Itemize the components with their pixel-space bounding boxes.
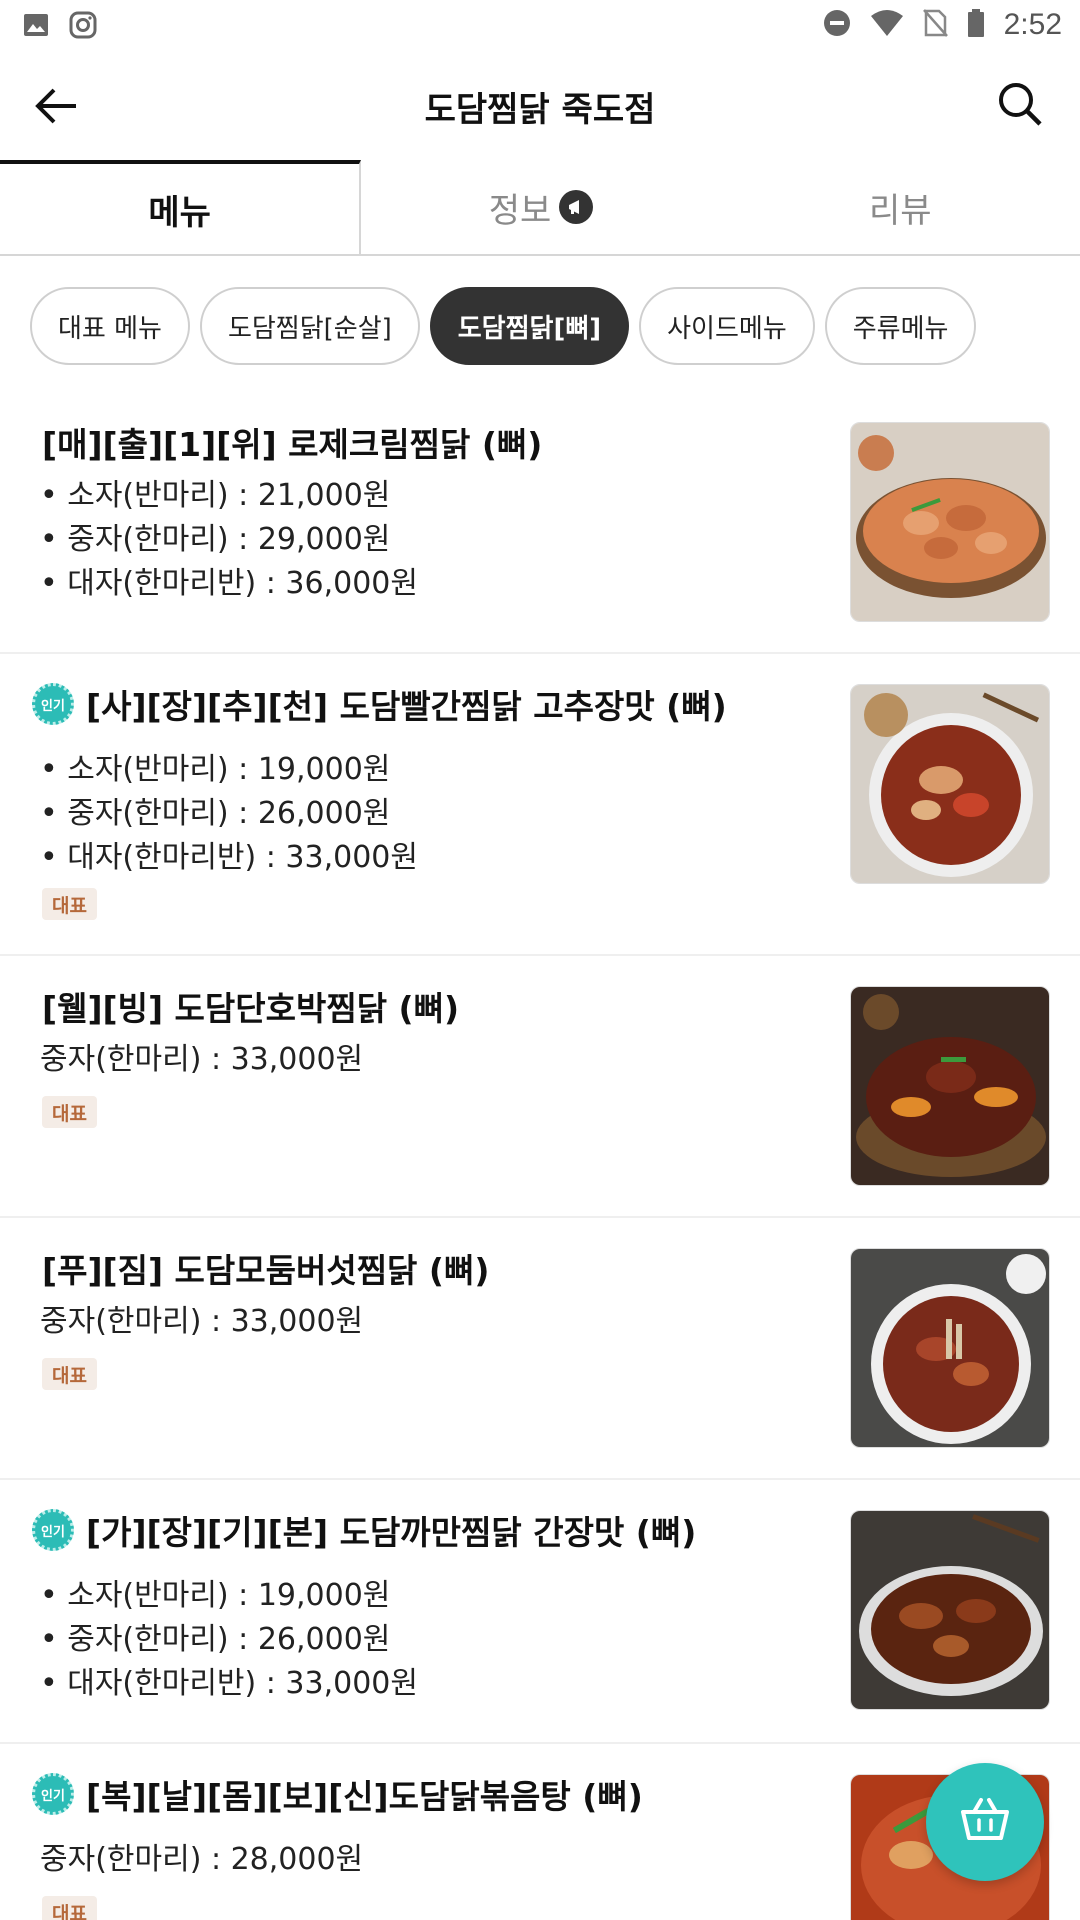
menu-item-title: 인기 [복][날][몸][보][신]도담닭볶음탕 (뼈) [32, 1770, 643, 1818]
price-line: • 중자(한마리) : 29,000원 [40, 522, 391, 557]
wifi-icon [870, 8, 904, 42]
menu-item-title: 인기 [가][장][기][본] 도담까만찜닭 간장맛 (뼈) [32, 1506, 697, 1554]
app-bar: 도담찜닭 죽도점 [0, 50, 1080, 160]
price-line: 중자(한마리) : 28,000원 [40, 1842, 364, 1877]
menu-item-title-text: [푸][짐] 도담모둠버섯찜닭 (뼈) [42, 1251, 490, 1290]
menu-item[interactable]: 인기 [복][날][몸][보][신]도담닭볶음탕 (뼈) 중자(한마리) : 2… [0, 1744, 1080, 1920]
battery-icon [966, 8, 986, 42]
tab-info-label: 정보 [488, 190, 552, 231]
menu-item-title-text: [가][장][기][본] 도담까만찜닭 간장맛 (뼈) [86, 1513, 697, 1552]
price-list: • 소자(반마리) : 19,000원 • 중자(한마리) : 26,000원 … [40, 748, 418, 880]
price-list: 중자(한마리) : 33,000원 [40, 1300, 363, 1344]
representative-tag: 대표 [42, 1096, 97, 1128]
chip-side[interactable]: 사이드메뉴 [639, 287, 815, 365]
price-line: • 중자(한마리) : 26,000원 [40, 1622, 391, 1657]
menu-item-image [850, 986, 1050, 1186]
menu-item-title: [웰][빙] 도담단호박찜닭 (뼈) [42, 982, 459, 1030]
store-title: 도담찜닭 죽도점 [424, 90, 656, 130]
megaphone-icon [559, 190, 594, 224]
tab-menu-label: 메뉴 [148, 192, 211, 233]
price-line: 중자(한마리) : 33,000원 [40, 1042, 364, 1077]
price-line: • 소자(반마리) : 21,000원 [40, 478, 391, 513]
image-icon [22, 11, 50, 43]
search-button[interactable] [990, 74, 1050, 134]
menu-item[interactable]: 인기 [사][장][추][천] 도담빨간찜닭 고추장맛 (뼈) • 소자(반마리… [0, 654, 1080, 956]
menu-item-title-text: [매][출][1][위] 로제크림찜닭 (뼈) [42, 425, 543, 464]
dnd-icon [822, 8, 852, 42]
cart-button[interactable] [926, 1763, 1044, 1881]
menu-item-title: 인기 [사][장][추][천] 도담빨간찜닭 고추장맛 (뼈) [32, 680, 727, 728]
menu-item[interactable]: [웰][빙] 도담단호박찜닭 (뼈) 중자(한마리) : 33,000원 대표 [0, 956, 1080, 1218]
no-sim-icon [922, 8, 948, 42]
popular-badge: 인기 [32, 683, 74, 725]
tab-info[interactable]: 정보 [361, 160, 720, 254]
menu-item-title-text: [사][장][추][천] 도담빨간찜닭 고추장맛 (뼈) [86, 687, 727, 726]
tab-bar: 메뉴 정보 리뷰 [0, 160, 1080, 256]
price-list: 중자(한마리) : 33,000원 [40, 1038, 363, 1082]
tab-review-label: 리뷰 [869, 190, 932, 231]
tab-menu[interactable]: 메뉴 [0, 160, 362, 254]
price-list: 중자(한마리) : 28,000원 [40, 1838, 363, 1882]
chip-drinks[interactable]: 주류메뉴 [824, 287, 977, 365]
price-line: • 중자(한마리) : 26,000원 [40, 796, 391, 831]
menu-item-image [850, 1510, 1050, 1710]
price-line: • 소자(반마리) : 19,000원 [40, 752, 391, 787]
tab-review[interactable]: 리뷰 [721, 160, 1080, 254]
price-line: • 대자(한마리반) : 36,000원 [40, 566, 418, 601]
instagram-icon [68, 10, 98, 44]
status-bar: 2:52 [0, 0, 1080, 50]
price-line: • 대자(한마리반) : 33,000원 [40, 840, 418, 875]
price-line: • 소자(반마리) : 19,000원 [40, 1578, 391, 1613]
menu-item-title: [푸][짐] 도담모둠버섯찜닭 (뼈) [42, 1244, 489, 1292]
representative-tag: 대표 [42, 1358, 97, 1390]
search-icon [990, 83, 1050, 138]
price-line: • 대자(한마리반) : 33,000원 [40, 1666, 418, 1701]
chip-representative[interactable]: 대표 메뉴 [30, 287, 190, 365]
chip-boneless[interactable]: 도담찜닭[순살] [199, 287, 420, 365]
popular-badge: 인기 [32, 1509, 74, 1551]
menu-item[interactable]: [매][출][1][위] 로제크림찜닭 (뼈) • 소자(반마리) : 21,0… [0, 392, 1080, 654]
status-time: 2:52 [1003, 8, 1062, 41]
price-list: • 소자(반마리) : 19,000원 • 중자(한마리) : 26,000원 … [40, 1574, 418, 1706]
chip-bone[interactable]: 도담찜닭[뼈] [429, 287, 630, 365]
menu-item-title-text: [웰][빙] 도담단호박찜닭 (뼈) [42, 989, 460, 1028]
menu-item-title-text: [복][날][몸][보][신]도담닭볶음탕 (뼈) [86, 1777, 643, 1816]
menu-item-image [850, 1248, 1050, 1448]
category-chips: 대표 메뉴 도담찜닭[순살] 도담찜닭[뼈] 사이드메뉴 주류메뉴 [30, 287, 977, 365]
representative-tag: 대표 [42, 1896, 97, 1920]
basket-icon [957, 1792, 1013, 1852]
price-list: • 소자(반마리) : 21,000원 • 중자(한마리) : 29,000원 … [40, 474, 418, 606]
price-line: 중자(한마리) : 33,000원 [40, 1304, 364, 1339]
menu-item[interactable]: 인기 [가][장][기][본] 도담까만찜닭 간장맛 (뼈) • 소자(반마리)… [0, 1480, 1080, 1744]
menu-item-title: [매][출][1][위] 로제크림찜닭 (뼈) [42, 418, 542, 466]
menu-item[interactable]: [푸][짐] 도담모둠버섯찜닭 (뼈) 중자(한마리) : 33,000원 대표 [0, 1218, 1080, 1480]
representative-tag: 대표 [42, 888, 97, 920]
menu-item-image [850, 684, 1050, 884]
menu-item-image [850, 422, 1050, 622]
popular-badge: 인기 [32, 1773, 74, 1815]
